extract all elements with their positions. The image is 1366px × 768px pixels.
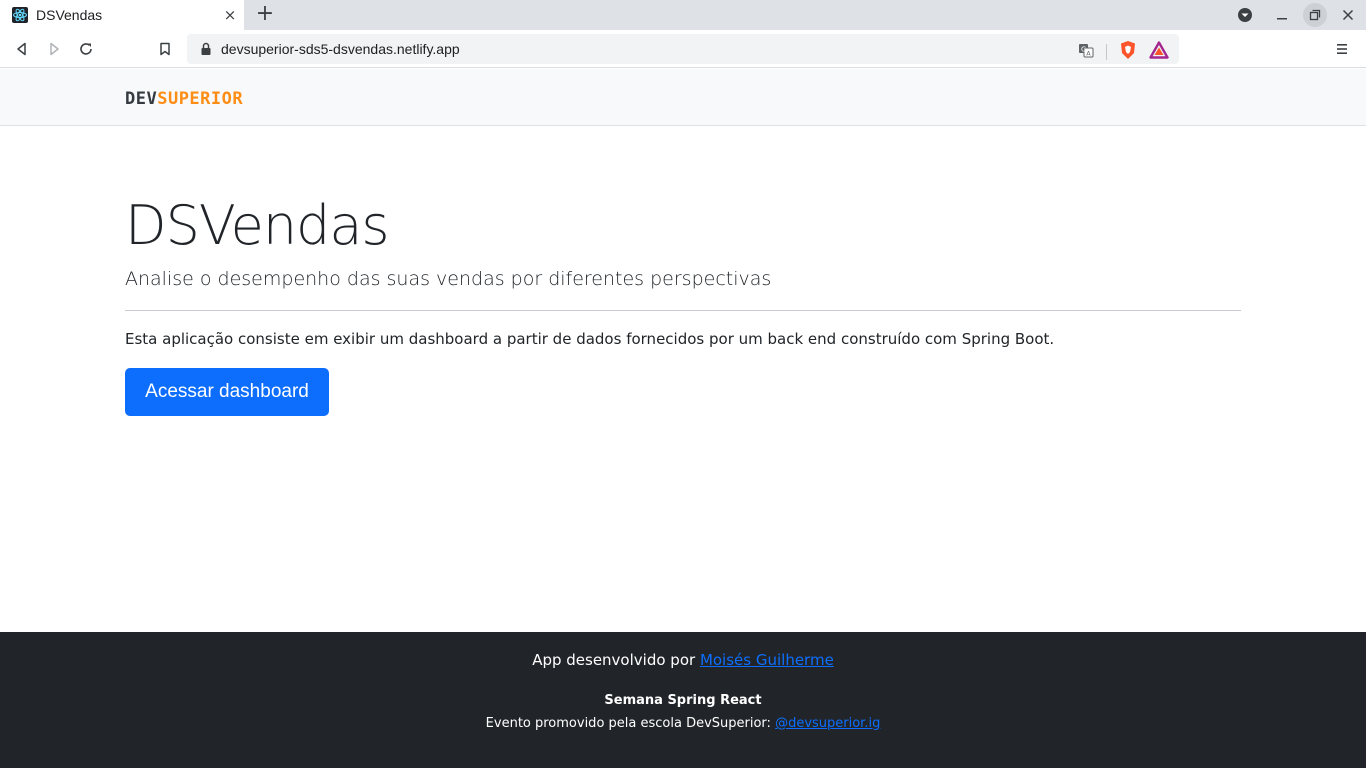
instagram-link[interactable]: @devsuperior.ig [775,716,880,731]
menu-icon[interactable] [1332,39,1352,59]
close-window-icon[interactable] [1336,3,1360,27]
lock-icon[interactable] [199,42,213,56]
browser-toolbar: devsuperior-sds5-dsvendas.netlify.app GA [0,30,1366,68]
svg-text:A: A [1086,50,1091,58]
url-text[interactable]: devsuperior-sds5-dsvendas.netlify.app [221,41,460,57]
devsuperior-logo[interactable]: DEVSUPERIOR [125,89,243,109]
footer-event-text: Evento promovido pela escola DevSuperior… [485,716,776,731]
browser-tab-bar: DSVendas × + [0,0,1366,30]
footer-credit-text: App desenvolvido por [532,651,700,669]
footer-credit: App desenvolvido por Moisés Guilherme [0,651,1366,669]
tab-title: DSVendas [36,7,103,23]
address-bar[interactable]: devsuperior-sds5-dsvendas.netlify.app GA [187,34,1179,64]
new-tab-button[interactable]: + [254,3,276,26]
bookmark-icon[interactable] [154,38,176,60]
reload-icon[interactable] [75,38,97,60]
react-favicon-icon [12,7,28,23]
divider [1106,44,1107,60]
logo-superior-text: SUPERIOR [157,89,244,109]
back-icon[interactable] [11,38,33,60]
divider [125,310,1241,311]
access-dashboard-button[interactable]: Acessar dashboard [125,368,329,416]
page-lead: Analise o desempenho das suas vendas por… [125,268,772,290]
tab-close-icon[interactable]: × [222,7,238,23]
restore-icon[interactable] [1303,3,1327,27]
site-header: DEVSUPERIOR [0,69,1366,126]
page-description: Esta aplicação consiste em exibir um das… [125,330,1055,348]
footer-event-title: Semana Spring React [604,693,762,708]
forward-icon[interactable] [43,38,65,60]
brave-shield-icon[interactable] [1119,40,1137,64]
footer-event-info: Evento promovido pela escola DevSuperior… [0,716,1366,731]
author-link[interactable]: Moisés Guilherme [700,651,834,669]
site-footer: App desenvolvido por Moisés Guilherme Se… [0,632,1366,768]
browser-tab[interactable]: DSVendas × [0,0,244,30]
page-title: DSVendas [125,194,390,257]
brave-rewards-icon[interactable] [1149,41,1169,63]
profile-dropdown-icon[interactable] [1233,3,1257,27]
logo-dev-text: DEV [125,89,158,109]
minimize-icon[interactable] [1270,3,1294,27]
translate-icon[interactable]: GA [1078,42,1094,62]
